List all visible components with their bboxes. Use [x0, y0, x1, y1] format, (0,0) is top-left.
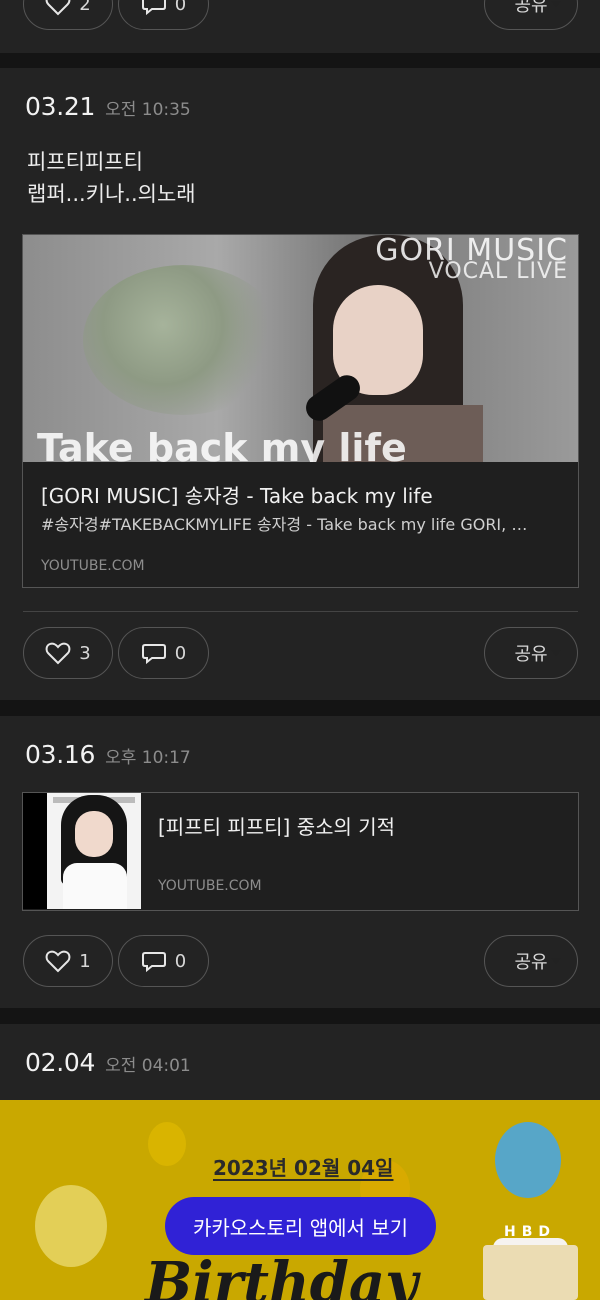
like-count: 3 [79, 642, 91, 664]
image-hbd-text: HBD [504, 1224, 557, 1240]
card-separator [0, 700, 600, 716]
heart-icon [45, 642, 71, 665]
comment-icon [141, 644, 166, 665]
post-card: 2 0 공유 [0, 0, 600, 53]
post-date-line: 03.16 오후 10:17 [25, 740, 191, 769]
image-birthday-text: Birthday [145, 1250, 418, 1300]
card-separator [0, 1008, 600, 1024]
chevron-down-icon [551, 650, 561, 656]
like-count: 2 [79, 0, 91, 15]
like-button[interactable]: 1 [23, 935, 113, 987]
share-button[interactable]: 공유 [484, 627, 578, 679]
video-thumbnail [23, 793, 141, 909]
heart-icon [45, 0, 71, 16]
balloon [495, 1122, 561, 1198]
post-text: 피프티피프티 랩퍼...키나..의노래 [27, 146, 196, 210]
share-button[interactable]: 공유 [484, 0, 578, 30]
thumbnail-subtitle: VOCAL LIVE [428, 259, 568, 284]
link-preview-card[interactable]: [피프티 피프티] 중소의 기적 YOUTUBE.COM [22, 792, 579, 911]
comment-button[interactable]: 0 [118, 0, 209, 30]
link-description: #송자경#TAKEBACKMYLIFE 송자경 - Take back my l… [41, 515, 528, 534]
cake [483, 1245, 578, 1300]
post-date[interactable]: 02.04 [25, 1048, 95, 1077]
post-date[interactable]: 03.21 [25, 92, 95, 121]
comment-icon [141, 952, 166, 973]
post-text-line: 랩퍼...키나..의노래 [27, 182, 196, 206]
post-card: 03.16 오후 10:17 [피프티 피프티] 중소의 기적 YOUTUBE.… [0, 716, 600, 1008]
link-site: YOUTUBE.COM [41, 558, 145, 574]
post-card: 03.21 오전 10:35 피프티피프티 랩퍼...키나..의노래 GORI … [0, 68, 600, 700]
post-text-line: 피프티피프티 [27, 150, 143, 174]
like-count: 1 [79, 950, 91, 972]
card-separator [0, 53, 600, 68]
link-title: [피프티 피프티] 중소의 기적 [158, 815, 396, 839]
share-label: 공유 [514, 644, 548, 665]
share-label: 공유 [514, 952, 548, 973]
divider [23, 611, 578, 612]
chevron-down-icon [551, 1, 561, 7]
comment-button[interactable]: 0 [118, 935, 209, 987]
post-actions: 3 0 공유 [23, 627, 578, 679]
post-time: 오후 10:17 [105, 748, 191, 768]
post-actions: 1 0 공유 [23, 935, 578, 987]
comment-icon [141, 0, 166, 16]
link-preview-card[interactable]: GORI MUSIC VOCAL LIVE Take back my life … [22, 234, 579, 588]
open-in-app-button[interactable]: 카카오스토리 앱에서 보기 [165, 1197, 436, 1255]
video-thumbnail: GORI MUSIC VOCAL LIVE Take back my life [23, 235, 578, 462]
like-button[interactable]: 3 [23, 627, 113, 679]
balloon [148, 1122, 186, 1166]
comment-count: 0 [174, 0, 187, 15]
share-label: 공유 [514, 0, 548, 16]
comment-count: 0 [174, 950, 187, 972]
thumbnail-overlay-text: Take back my life [37, 426, 407, 462]
post-time: 오전 10:35 [105, 100, 191, 120]
chevron-down-icon [551, 958, 561, 964]
image-date-text: 2023년 02월 04일 [213, 1156, 394, 1180]
post-date-line: 03.21 오전 10:35 [25, 92, 191, 121]
balloon [35, 1185, 107, 1267]
comment-count: 0 [174, 642, 187, 664]
post-actions: 2 0 공유 [23, 0, 578, 30]
comment-button[interactable]: 0 [118, 627, 209, 679]
link-title: [GORI MUSIC] 송자경 - Take back my life [41, 484, 433, 508]
post-date-line: 02.04 오전 04:01 [25, 1048, 191, 1077]
link-site: YOUTUBE.COM [158, 878, 262, 894]
like-button[interactable]: 2 [23, 0, 113, 30]
post-date[interactable]: 03.16 [25, 740, 95, 769]
post-time: 오전 04:01 [105, 1056, 191, 1076]
heart-icon [45, 950, 71, 973]
share-button[interactable]: 공유 [484, 935, 578, 987]
